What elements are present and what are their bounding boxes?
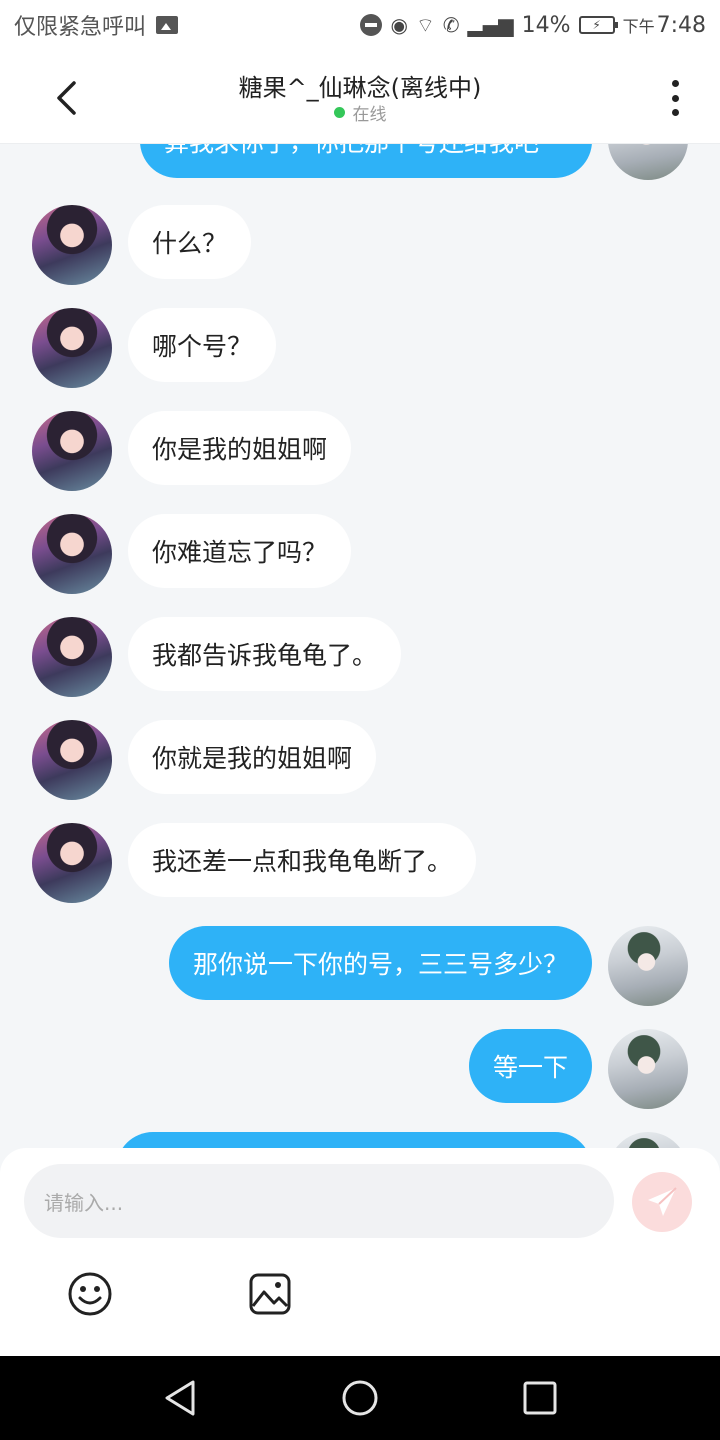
image-icon [249,1273,291,1315]
battery-icon: ⚡ [578,16,618,34]
wifi-icon: ⌔ [415,12,435,37]
composer: 请输入... [0,1148,720,1356]
more-dot [671,80,679,87]
nav-recents-button[interactable] [520,1378,560,1418]
contact-avatar[interactable] [32,720,112,800]
contact-avatar[interactable] [32,205,112,285]
message-bubble-other[interactable]: 你是我的姐姐啊 [128,411,352,485]
my-avatar[interactable] [608,1132,688,1149]
status-bar: 仅限紧急呼叫 ◉ ⌔ ✆ ▂▄▆ 14% ⚡ 下午 7:48 [0,0,720,50]
smiley-icon [68,1272,112,1316]
message-bubble-other[interactable]: 我还差一点和我龟龟断了。 [128,823,477,897]
message-list[interactable]: 算我求你了，你把那个号还给我吧 什么？ 哪个号？ 你是我的姐姐啊 你难道忘了吗？… [0,144,720,1149]
message-input[interactable]: 请输入... [24,1164,614,1238]
contact-avatar[interactable] [32,514,112,594]
my-avatar[interactable] [608,926,688,1006]
online-dot [333,107,345,118]
contact-avatar[interactable] [32,308,112,388]
message-bubble-other[interactable]: 你就是我的姐姐啊 [128,720,377,794]
contact-avatar[interactable] [32,617,112,697]
carrier-text: 仅限紧急呼叫 [14,15,147,40]
online-status-label: 在线 [352,105,387,125]
message-bubble-other[interactable]: 你难道忘了吗？ [128,514,352,588]
triangle-back-icon [165,1380,195,1416]
square-recents-icon [523,1381,557,1415]
system-nav-bar [0,1356,720,1440]
eye-icon: ◉ [390,13,408,37]
circle-home-icon [342,1380,378,1416]
paper-plane-icon [648,1187,677,1216]
message-bubble-other[interactable]: 什么？ [128,205,252,279]
message-bubble-other[interactable]: 我都告诉我龟龟了。 [128,617,402,691]
call-icon: ✆ [442,13,460,37]
chat-header: 糖果^_仙琳念(离线中) 在线 [0,50,720,144]
more-dot [671,109,679,116]
contact-avatar[interactable] [32,411,112,491]
signal-icon: ▂▄▆ [467,13,514,37]
image-picker-button[interactable] [246,1270,294,1318]
online-status: 在线 [0,100,720,125]
image-notification-icon [156,16,179,34]
my-avatar[interactable] [608,144,688,180]
send-button[interactable] [632,1172,692,1232]
message-bubble-self[interactable] [116,1132,592,1149]
battery-percent: 14% [521,12,571,38]
do-not-disturb-icon [360,14,383,36]
nav-back-button[interactable] [160,1378,200,1418]
contact-avatar[interactable] [32,823,112,903]
message-bubble-self[interactable]: 等一下 [468,1029,592,1103]
my-avatar[interactable] [608,1029,688,1109]
clock-time: 7:48 [656,12,706,38]
message-bubble-self[interactable]: 那你说一下你的号，三三号多少？ [168,926,592,1000]
more-dot [671,94,679,102]
clock: 下午 7:48 [623,13,706,38]
message-bubble-self[interactable]: 算我求你了，你把那个号还给我吧 [140,144,592,178]
more-options-button[interactable] [660,78,690,118]
contact-name: 糖果^_仙琳念(离线中) [238,74,482,102]
nav-home-button[interactable] [340,1378,380,1418]
message-bubble-other[interactable]: 哪个号？ [128,308,277,382]
emoji-button[interactable] [66,1270,114,1318]
clock-ampm: 下午 [622,16,655,36]
